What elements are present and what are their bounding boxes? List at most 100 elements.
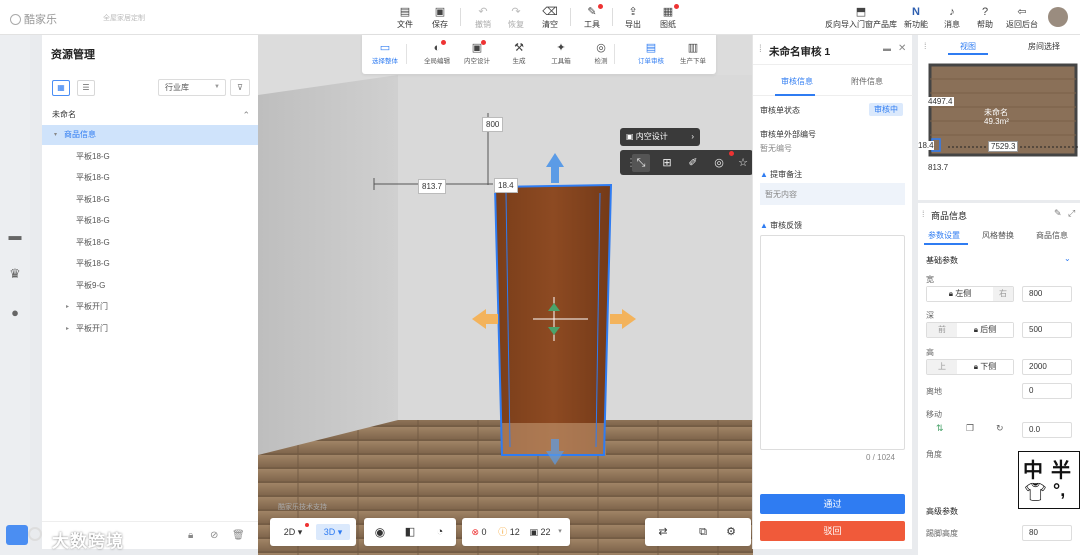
reject-button[interactable]: 驳回 bbox=[760, 521, 905, 541]
tab-goods[interactable]: 商品信息 bbox=[1036, 230, 1068, 241]
rotate-icon[interactable]: ↻ bbox=[996, 423, 1004, 434]
gauge-icon[interactable]: ◔ bbox=[430, 524, 450, 540]
width-left-option[interactable]: 🔒︎ 左侧 bbox=[927, 287, 993, 301]
undo-button[interactable]: ↶ 撤销 bbox=[466, 5, 500, 30]
file-button[interactable]: ▤ 文件 bbox=[388, 5, 422, 30]
move-x-icon[interactable]: ⇅ bbox=[936, 423, 944, 434]
expand-icon[interactable]: ⤢ bbox=[1068, 208, 1075, 219]
warning-count[interactable]: ⓘ 12 bbox=[496, 524, 522, 540]
filter-button[interactable]: ⊽ bbox=[230, 79, 250, 96]
help-button[interactable]: ? 帮助 bbox=[968, 5, 1002, 30]
tree-item[interactable]: 平板18-G bbox=[42, 168, 258, 188]
new-feature-button[interactable]: N 新功能 bbox=[899, 5, 933, 30]
clear-button[interactable]: ⌫ 清空 bbox=[533, 5, 567, 30]
inner-design-button[interactable]: ▣ 内空设计 bbox=[458, 40, 496, 65]
tab-params[interactable]: 参数设置 bbox=[928, 230, 960, 241]
kick-height-input[interactable]: 80 bbox=[1022, 525, 1072, 541]
error-count[interactable]: ⊗ 0 bbox=[468, 524, 490, 540]
tab-attachments[interactable]: 附件信息 bbox=[851, 76, 883, 87]
depth-back-option[interactable]: 🔒︎ 后侧 bbox=[957, 323, 1013, 337]
tools-button[interactable]: ✎ 工具 bbox=[575, 4, 609, 30]
height-up-option[interactable]: 上 bbox=[927, 360, 957, 374]
minimize-icon[interactable]: ▬ bbox=[883, 44, 891, 53]
dimension-left[interactable]: 813.7 bbox=[418, 179, 447, 194]
dimension-mid[interactable]: 18.4 bbox=[494, 178, 518, 193]
pass-button[interactable]: 通过 bbox=[760, 494, 905, 514]
generate-button[interactable]: ⚒ 生成 bbox=[500, 41, 538, 65]
move-y-icon[interactable]: ❐ bbox=[966, 423, 974, 434]
basic-params-section[interactable]: 基础参数 bbox=[926, 255, 958, 266]
global-edit-button[interactable]: ◐ 全局编辑 bbox=[418, 40, 456, 65]
inner-design-label[interactable]: ▣ 内空设计 › bbox=[620, 128, 700, 146]
tree-item[interactable]: 平板18-G bbox=[42, 233, 258, 253]
tree-caret-icon[interactable]: ▾ bbox=[54, 125, 57, 145]
reverse-import-button[interactable]: ⬒ 反向导入门窗产品库 bbox=[820, 5, 902, 30]
toggle-icon[interactable]: ⇄ bbox=[653, 524, 673, 540]
grid-view-toggle[interactable]: ▦ bbox=[52, 80, 70, 96]
floorplan-minimap[interactable] bbox=[918, 57, 1080, 197]
select-all-button[interactable]: ▭ 选择整体 bbox=[366, 41, 404, 65]
tree-item[interactable]: 平板18-G bbox=[42, 254, 258, 274]
tab-room-select[interactable]: 房间选择 bbox=[1028, 41, 1060, 52]
tree-item[interactable]: ▸ 平板开门 bbox=[42, 319, 258, 339]
library-select[interactable]: 行业库 ▼ bbox=[158, 79, 226, 96]
3d-viewport[interactable]: 800 813.7 18.4 酷家乐技术支持 bbox=[258, 35, 753, 555]
edit-icon[interactable]: ✎ bbox=[1054, 208, 1062, 219]
tree-item[interactable]: 平板18-G bbox=[42, 147, 258, 167]
redo-button[interactable]: ↷ 恢复 bbox=[499, 5, 533, 30]
ground-input[interactable]: 0 bbox=[1022, 383, 1072, 399]
crown-icon[interactable]: ♛ bbox=[7, 266, 23, 281]
add-icon[interactable]: ⊞ bbox=[658, 154, 676, 172]
avatar[interactable] bbox=[1048, 7, 1068, 27]
advanced-params-section[interactable]: 高级参数 bbox=[926, 506, 958, 517]
settings-icon[interactable]: ⚙ bbox=[721, 524, 741, 540]
chevron-down-icon[interactable]: ⌄ bbox=[1064, 254, 1071, 263]
drag-handle-icon[interactable]: ⁞ bbox=[759, 44, 762, 55]
depth-anchor-toggle[interactable]: 前 🔒︎ 后侧 bbox=[926, 322, 1014, 338]
drawings-button[interactable]: ▦ 图纸 bbox=[651, 4, 685, 30]
feedback-textarea[interactable] bbox=[760, 235, 905, 450]
back-admin-button[interactable]: ⇦ 返回后台 bbox=[1002, 5, 1042, 30]
user-icon[interactable]: ● bbox=[7, 305, 23, 320]
lock-icon[interactable]: 🔒︎ bbox=[188, 530, 193, 541]
tree-caret-icon[interactable]: ▸ bbox=[66, 297, 69, 317]
export-button[interactable]: ⇪ 导出 bbox=[616, 5, 650, 30]
height-input[interactable]: 2000 bbox=[1022, 359, 1072, 375]
brush-icon[interactable]: ✐ bbox=[684, 154, 702, 172]
tree-item[interactable]: 平板18-G bbox=[42, 211, 258, 231]
scale-icon[interactable]: ⤡ bbox=[632, 154, 650, 172]
mode-3d-button[interactable]: 3D ▾ bbox=[316, 524, 350, 540]
drag-handle-icon[interactable]: ⁞ bbox=[922, 209, 925, 219]
item-count[interactable]: ▣ 22 bbox=[526, 524, 554, 540]
dimension-top[interactable]: 800 bbox=[482, 117, 504, 132]
toolbox-button[interactable]: ✦ 工具箱 bbox=[542, 41, 580, 65]
tree-caret-icon[interactable]: ▸ bbox=[66, 319, 69, 339]
production-order-button[interactable]: ▥ 生产下单 bbox=[674, 41, 712, 65]
tree-root[interactable]: 未命名 ⌃ bbox=[42, 105, 258, 125]
tab-style[interactable]: 风格替换 bbox=[982, 230, 1014, 241]
width-anchor-toggle[interactable]: 🔒︎ 左侧 右 bbox=[926, 286, 1014, 302]
hide-icon[interactable]: ⊘ bbox=[210, 530, 218, 541]
width-input[interactable]: 800 bbox=[1022, 286, 1072, 302]
height-down-option[interactable]: 🔒︎ 下侧 bbox=[957, 360, 1013, 374]
list-view-toggle[interactable]: ☰ bbox=[77, 80, 95, 96]
close-icon[interactable]: ✕ bbox=[898, 43, 906, 54]
drag-handle-icon[interactable]: ⁞ bbox=[924, 41, 927, 51]
messages-button[interactable]: ♪ 消息 bbox=[935, 5, 969, 30]
depth-front-option[interactable]: 前 bbox=[927, 323, 957, 337]
save-button[interactable]: ▣ 保存 bbox=[423, 5, 457, 30]
eye-icon[interactable]: ◉ bbox=[370, 524, 390, 540]
check-group[interactable]: ⊗ 0 ⓘ 12 ▣ 22 ▾ bbox=[462, 518, 570, 546]
cabinet-icon[interactable]: ▬ bbox=[7, 228, 23, 243]
star-icon[interactable]: ☆ bbox=[734, 154, 752, 172]
tab-audit-info[interactable]: 审核信息 bbox=[781, 76, 813, 87]
chevron-up-icon[interactable]: ⌃ bbox=[242, 105, 250, 125]
cube-icon[interactable]: ◧ bbox=[400, 524, 420, 540]
tree-item[interactable]: ▾ 商品信息 bbox=[42, 125, 258, 145]
order-audit-button[interactable]: ▤ 订单审核 bbox=[632, 41, 670, 65]
view3d-icon[interactable]: ◎ bbox=[710, 154, 728, 172]
tab-view[interactable]: 视图 bbox=[960, 41, 976, 52]
tree-item[interactable]: ▸ 平板开门 bbox=[42, 297, 258, 317]
depth-input[interactable]: 500 bbox=[1022, 322, 1072, 338]
chevron-down-icon[interactable]: ▾ bbox=[554, 524, 566, 540]
